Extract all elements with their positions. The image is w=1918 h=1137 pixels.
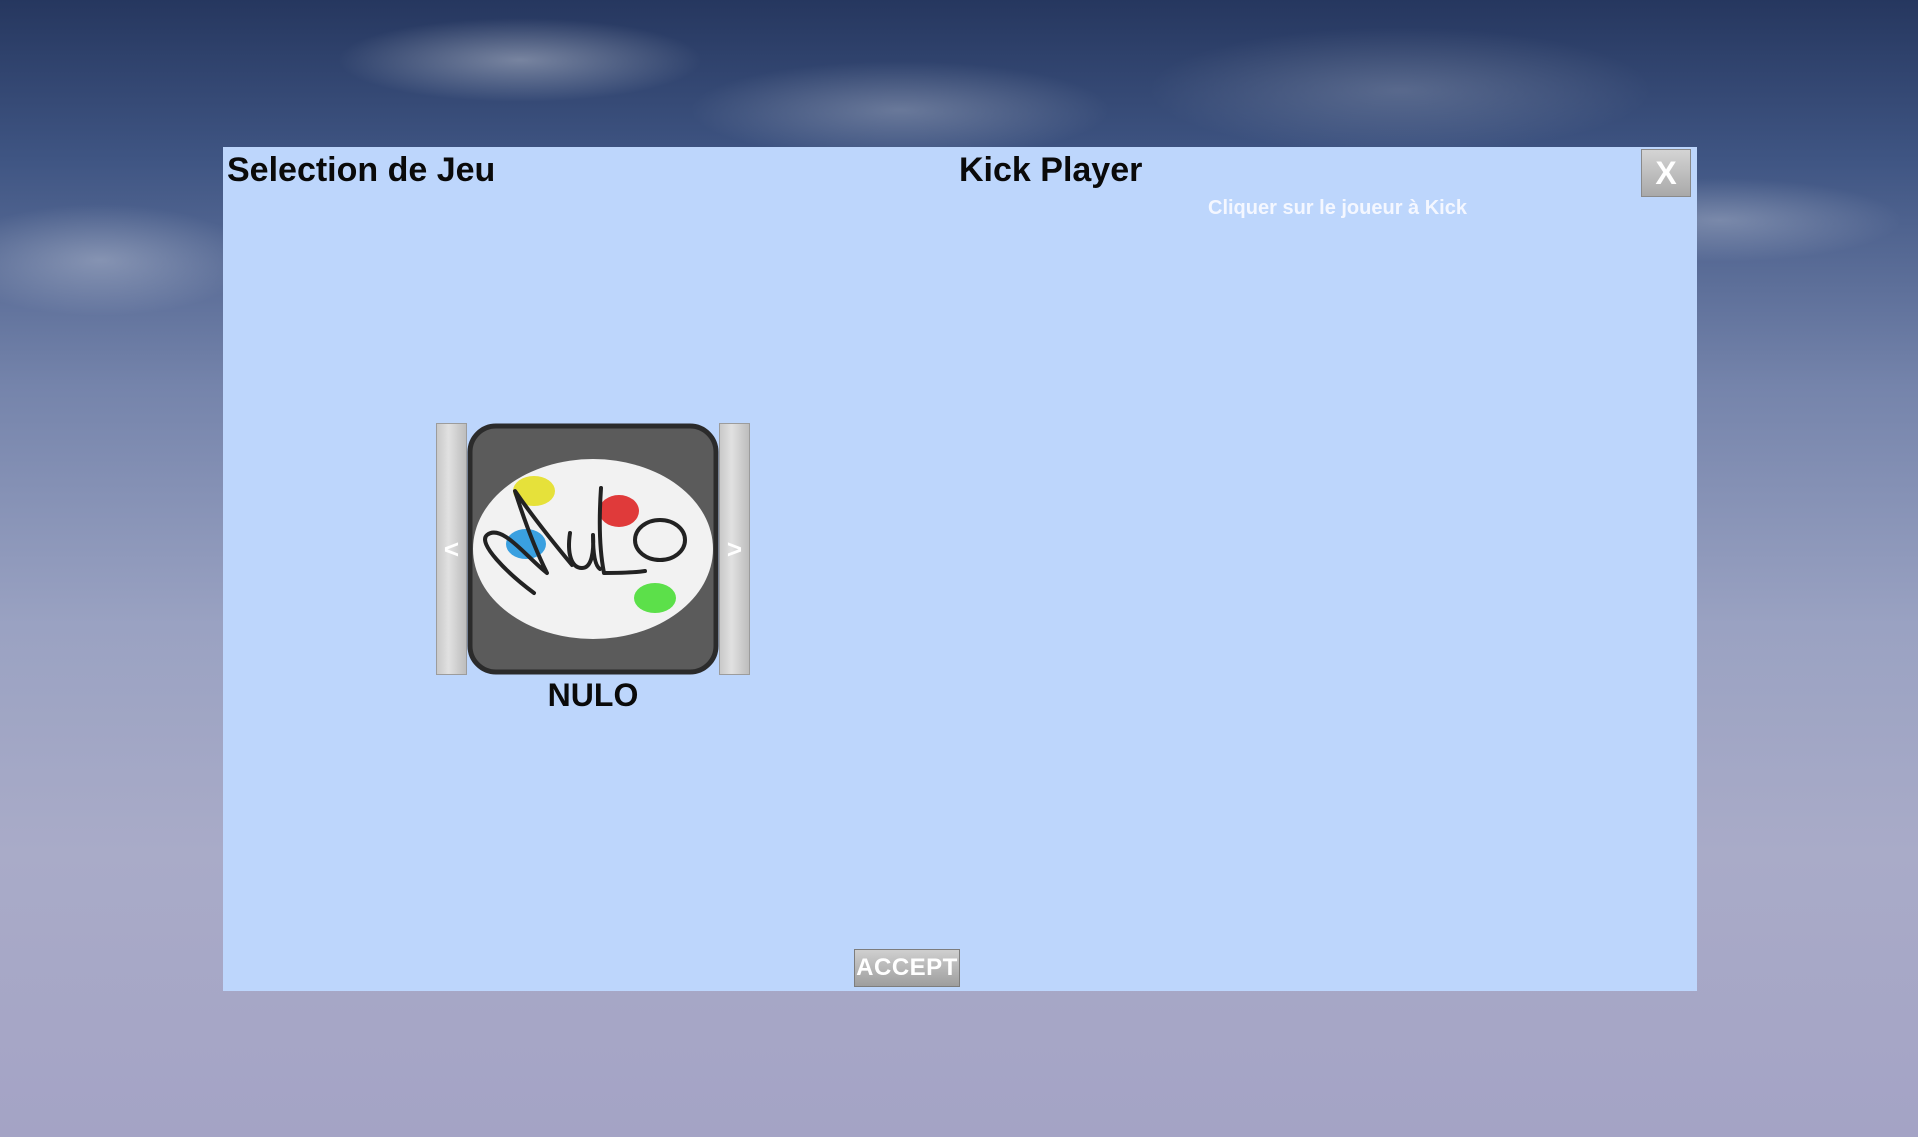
- accept-button[interactable]: ACCEPT: [854, 949, 960, 987]
- lobby-panel: Selection de Jeu Kick Player Cliquer sur…: [223, 147, 1697, 991]
- previous-game-button[interactable]: <: [436, 423, 467, 675]
- kick-player-hint: Cliquer sur le joueur à Kick: [1208, 197, 1467, 219]
- nulo-logo-icon: [467, 423, 719, 675]
- game-selection-title: Selection de Jeu: [227, 151, 496, 189]
- selected-game-name: NULO: [547, 677, 639, 713]
- next-game-button[interactable]: >: [719, 423, 750, 675]
- kick-player-title: Kick Player: [959, 151, 1143, 189]
- close-button[interactable]: X: [1641, 149, 1691, 197]
- game-logo-card[interactable]: [467, 423, 719, 675]
